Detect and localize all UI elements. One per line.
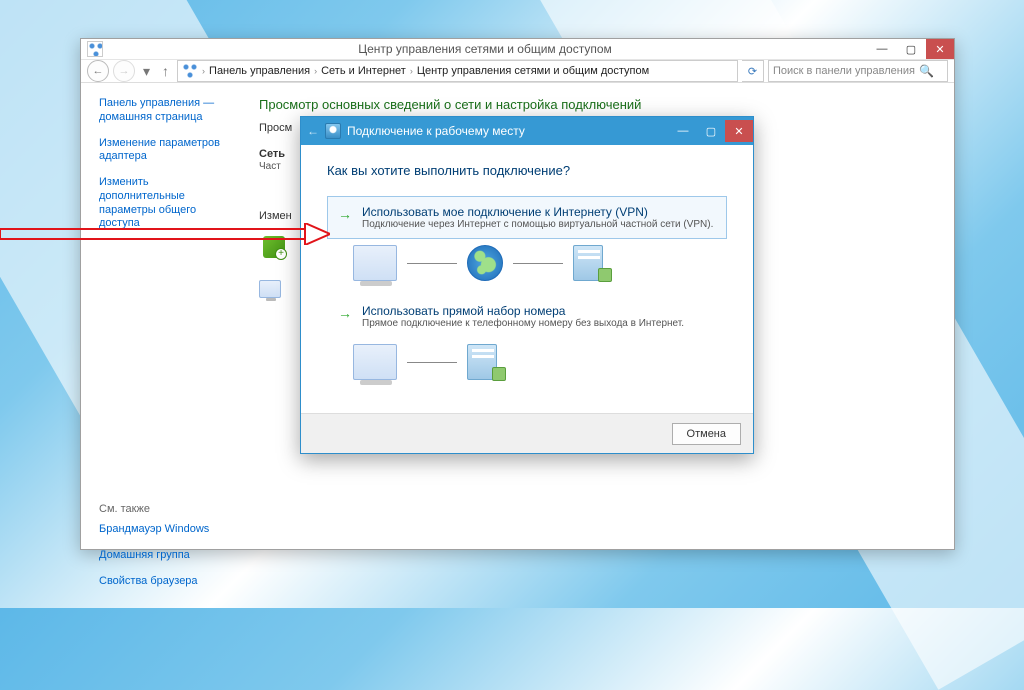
- sidebar-link-homegroup[interactable]: Домашняя группа: [99, 549, 231, 563]
- nav-back-button[interactable]: ←: [87, 60, 109, 82]
- breadcrumb-sep: ›: [408, 66, 415, 76]
- breadcrumb[interactable]: › Панель управления › Сеть и Интернет › …: [177, 60, 738, 82]
- breadcrumb-item[interactable]: Центр управления сетями и общим доступом: [417, 65, 649, 77]
- see-also-header: См. также: [99, 503, 231, 515]
- page-heading: Просмотр основных сведений о сети и наст…: [259, 97, 936, 112]
- sidebar-link-home[interactable]: Панель управления — домашняя страница: [99, 97, 231, 125]
- option-dialup[interactable]: → Использовать прямой набор номера Прямо…: [327, 295, 727, 338]
- cancel-button[interactable]: Отмена: [672, 423, 741, 445]
- wizard-icon: [325, 123, 341, 139]
- arrow-right-icon: →: [338, 207, 352, 221]
- titlebar[interactable]: Центр управления сетями и общим доступом…: [81, 39, 954, 60]
- sidebar-link-browser[interactable]: Свойства браузера: [99, 575, 231, 589]
- sidebar: Панель управления — домашняя страница Из…: [81, 83, 241, 610]
- computer-icon: [353, 245, 397, 281]
- sidebar-link-sharing[interactable]: Изменить дополнительные параметры общего…: [99, 176, 231, 231]
- wizard-back-button[interactable]: ←: [307, 124, 319, 138]
- minimize-button[interactable]: —: [868, 39, 896, 59]
- network-center-icon: [87, 41, 103, 57]
- wizard-body: Как вы хотите выполнить подключение? → И…: [301, 145, 753, 413]
- server-icon: [467, 344, 497, 380]
- globe-icon: [467, 245, 503, 281]
- close-button[interactable]: ✕: [926, 39, 954, 59]
- wizard-close-button[interactable]: ✕: [725, 120, 753, 142]
- connect-workplace-wizard: ← Подключение к рабочему месту — ▢ ✕ Как…: [300, 116, 754, 454]
- wizard-minimize-button[interactable]: —: [669, 120, 697, 142]
- breadcrumb-sep: ›: [312, 66, 319, 76]
- wizard-prompt: Как вы хотите выполнить подключение?: [327, 163, 727, 178]
- refresh-button[interactable]: ⟳: [742, 60, 764, 82]
- wizard-maximize-button[interactable]: ▢: [697, 120, 725, 142]
- wizard-titlebar[interactable]: ← Подключение к рабочему месту — ▢ ✕: [301, 117, 753, 145]
- option-vpn-sub: Подключение через Интернет с помощью вир…: [362, 219, 713, 230]
- window-controls: — ▢ ✕: [867, 39, 954, 59]
- navigation-bar: ← → ▾ ↑ › Панель управления › Сеть и Инт…: [81, 60, 954, 83]
- option-dialup-sub: Прямое подключение к телефонному номеру …: [362, 318, 684, 329]
- new-connection-icon: [263, 236, 285, 258]
- breadcrumb-item[interactable]: Панель управления: [209, 65, 310, 77]
- sidebar-link-adapter[interactable]: Изменение параметров адаптера: [99, 137, 231, 165]
- breadcrumb-item[interactable]: Сеть и Интернет: [321, 65, 406, 77]
- arrow-right-icon: →: [338, 306, 352, 320]
- dialup-diagram: [353, 344, 727, 380]
- maximize-button[interactable]: ▢: [897, 39, 925, 59]
- option-dialup-title: Использовать прямой набор номера: [362, 304, 684, 318]
- sidebar-link-firewall[interactable]: Брандмауэр Windows: [99, 523, 231, 537]
- wizard-footer: Отмена: [301, 413, 753, 453]
- search-icon: 🔍: [919, 64, 934, 78]
- network-section-label: Сеть: [259, 148, 285, 160]
- window-title: Центр управления сетями и общим доступом: [103, 42, 867, 56]
- wizard-title: Подключение к рабочему месту: [347, 124, 525, 138]
- nav-up-button[interactable]: ↑: [158, 63, 173, 79]
- breadcrumb-icon: [182, 63, 198, 79]
- option-vpn-title: Использовать мое подключение к Интернету…: [362, 205, 713, 219]
- search-input[interactable]: Поиск в панели управления 🔍: [768, 60, 948, 82]
- vpn-diagram: [353, 245, 727, 281]
- search-placeholder: Поиск в панели управления: [773, 65, 915, 77]
- option-vpn[interactable]: → Использовать мое подключение к Интерне…: [327, 196, 727, 239]
- monitor-icon: [259, 280, 281, 298]
- network-section-sub: Част: [259, 161, 281, 172]
- breadcrumb-sep: ›: [200, 66, 207, 76]
- nav-forward-button[interactable]: →: [113, 60, 135, 82]
- server-icon: [573, 245, 603, 281]
- computer-icon: [353, 344, 397, 380]
- nav-dropdown-icon[interactable]: ▾: [139, 63, 154, 80]
